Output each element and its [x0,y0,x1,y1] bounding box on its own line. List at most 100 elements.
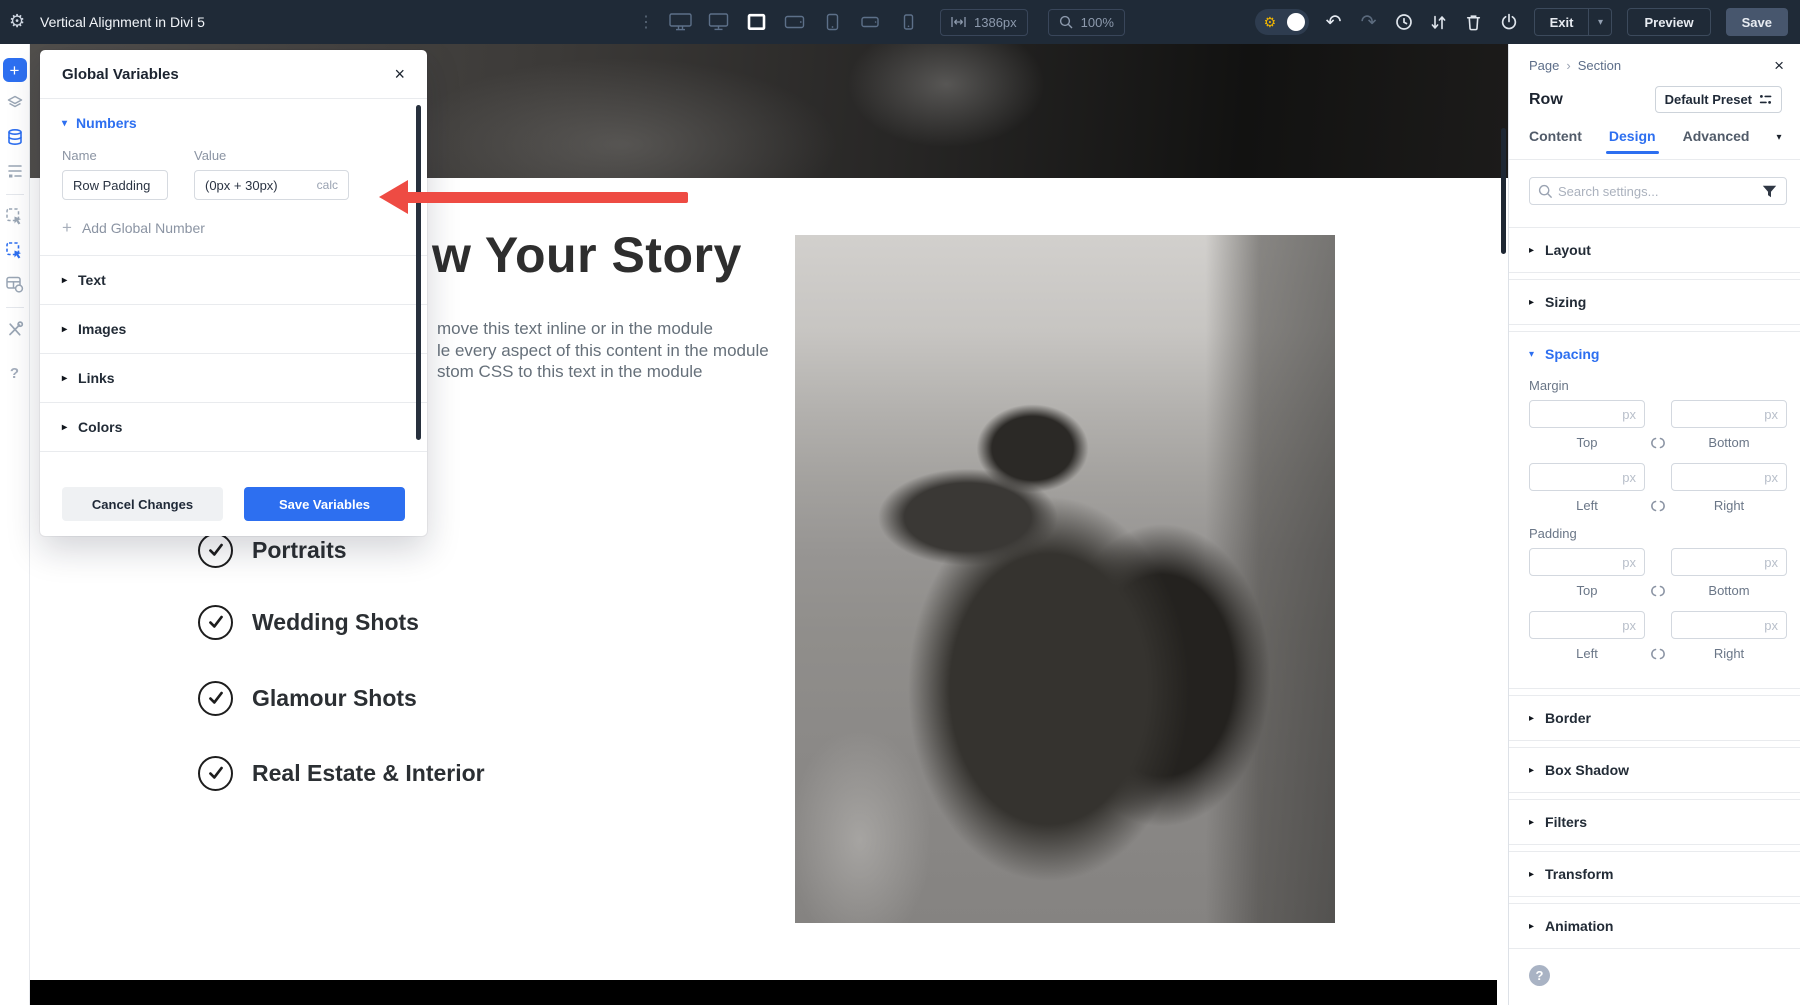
device-tablet-portrait-icon[interactable] [820,12,844,32]
canvas-scrollbar[interactable] [1501,128,1506,254]
builder-settings-gear-icon[interactable]: ⚙ [9,12,25,30]
margin-bottom-input[interactable] [1671,400,1787,428]
links-section-toggle[interactable]: ▸ Links [40,354,427,403]
box-shadow-group-toggle[interactable]: ▸ Box Shadow [1509,748,1800,792]
checklist-label: Real Estate & Interior [252,760,485,787]
border-group: ▸ Border [1509,695,1800,741]
database-icon[interactable] [2,124,28,150]
modal-title: Global Variables [62,66,179,83]
section-heading[interactable]: w Your Story [432,226,742,284]
padding-left-right-labels: Left Right [1509,646,1800,661]
breadcrumb-page[interactable]: Page [1529,58,1559,73]
layers-icon[interactable] [2,90,28,116]
close-icon[interactable]: × [394,65,405,83]
exit-button[interactable]: Exit [1534,8,1590,36]
numbers-section-label: Numbers [76,115,137,131]
images-section-label: Images [78,321,126,337]
divi-builder: ⚙ Vertical Alignment in Divi 5 ⋮ [0,0,1800,1005]
checklist-item[interactable]: Real Estate & Interior [198,755,485,791]
variable-value-input[interactable]: (0px + 30px) calc [194,170,349,200]
zoom-level-input[interactable]: 100% [1048,9,1125,36]
link-values-icon[interactable] [1645,437,1671,449]
panel-caret-down-icon[interactable]: ▾ [1777,128,1782,143]
checklist-item[interactable]: Portraits [198,532,347,568]
margin-right-input[interactable] [1671,463,1787,491]
trash-icon[interactable] [1464,10,1484,34]
photographer-image[interactable] [795,235,1335,923]
tab-advanced[interactable]: Advanced [1683,128,1750,154]
magnifier-icon [1059,15,1073,29]
padding-top-input[interactable] [1529,548,1645,576]
colors-section-toggle[interactable]: ▸ Colors [40,403,427,452]
padding-left-input[interactable] [1529,611,1645,639]
sizing-group-toggle[interactable]: ▸ Sizing [1509,280,1800,324]
wireframe-view-icon[interactable] [2,158,28,184]
settings-search-input[interactable] [1558,184,1758,199]
tab-design[interactable]: Design [1609,128,1656,154]
sort-layers-icon[interactable] [1429,10,1449,34]
text-section-label: Text [78,272,106,288]
default-preset-button[interactable]: Default Preset [1655,86,1782,113]
cancel-changes-button[interactable]: Cancel Changes [62,487,223,521]
device-phone-landscape-icon[interactable] [858,12,882,32]
chevron-right-icon: › [1566,58,1570,73]
animation-group-toggle[interactable]: ▸ Animation [1509,904,1800,948]
variable-value-text: (0px + 30px) [205,178,278,193]
save-button[interactable]: Save [1726,8,1788,36]
breadcrumb-section[interactable]: Section [1578,58,1621,73]
checklist-item[interactable]: Wedding Shots [198,604,419,640]
exit-split-button: Exit ▾ [1534,8,1613,36]
exit-dropdown-caret-icon[interactable]: ▾ [1589,8,1612,36]
tab-content[interactable]: Content [1529,128,1582,154]
settings-tabs: Content Design Advanced ▾ [1529,128,1782,159]
add-module-button[interactable]: + [3,58,27,82]
device-desktop-icon[interactable] [706,12,730,32]
border-group-toggle[interactable]: ▸ Border [1509,696,1800,740]
body-text-block[interactable]: move this text inline or in the module l… [437,318,769,383]
margin-left-input[interactable] [1529,463,1645,491]
help-icon[interactable]: ? [2,360,28,386]
margin-top-bottom-inputs [1509,400,1800,428]
link-values-icon[interactable] [1645,585,1671,597]
redo-icon[interactable]: ↷ [1359,10,1379,34]
add-global-number-button[interactable]: + Add Global Number [62,219,405,236]
panel-help-icon[interactable]: ? [1529,965,1550,986]
tools-icon[interactable] [2,316,28,342]
builder-mode-toggle[interactable]: ⚙ [1255,9,1309,35]
undo-icon[interactable]: ↶ [1324,10,1344,34]
links-section-label: Links [78,370,115,386]
history-icon[interactable] [1394,10,1414,34]
images-section-toggle[interactable]: ▸ Images [40,305,427,354]
close-icon[interactable]: × [1774,57,1784,74]
device-desktop-large-icon[interactable] [668,12,692,32]
click-edit-mode-icon[interactable] [2,203,28,229]
checklist-label: Wedding Shots [252,609,419,636]
padding-right-input[interactable] [1671,611,1787,639]
transform-group-toggle[interactable]: ▸ Transform [1509,852,1800,896]
text-section-toggle[interactable]: ▸ Text [40,256,427,305]
variable-name-input[interactable]: Row Padding [62,170,168,200]
link-values-icon[interactable] [1645,648,1671,660]
layout-library-icon[interactable] [2,271,28,297]
hover-edit-mode-icon[interactable] [2,237,28,263]
transform-group-label: Transform [1545,866,1613,882]
checklist-item[interactable]: Glamour Shots [198,680,417,716]
padding-bottom-input[interactable] [1671,548,1787,576]
save-variables-button[interactable]: Save Variables [244,487,405,521]
preview-button[interactable]: Preview [1627,8,1710,36]
device-tablet-landscape-icon[interactable] [782,12,806,32]
canvas-width-input[interactable]: 1386px [940,9,1028,36]
link-values-icon[interactable] [1645,500,1671,512]
layout-group-toggle[interactable]: ▸ Layout [1509,228,1800,272]
filter-funnel-icon[interactable] [1762,185,1777,199]
device-zoom-active-icon[interactable] [744,12,768,32]
spacing-group-toggle[interactable]: ▾ Spacing [1509,332,1800,376]
filters-group-toggle[interactable]: ▸ Filters [1509,800,1800,844]
drag-handle-icon[interactable]: ⋮ [638,12,654,32]
modal-scrollbar[interactable] [416,105,421,440]
margin-top-input[interactable] [1529,400,1645,428]
footer-section[interactable] [30,980,1497,1005]
portability-icon[interactable] [1499,10,1519,34]
device-phone-portrait-icon[interactable] [896,12,920,32]
numbers-section-toggle[interactable]: ▾ Numbers [62,115,405,131]
